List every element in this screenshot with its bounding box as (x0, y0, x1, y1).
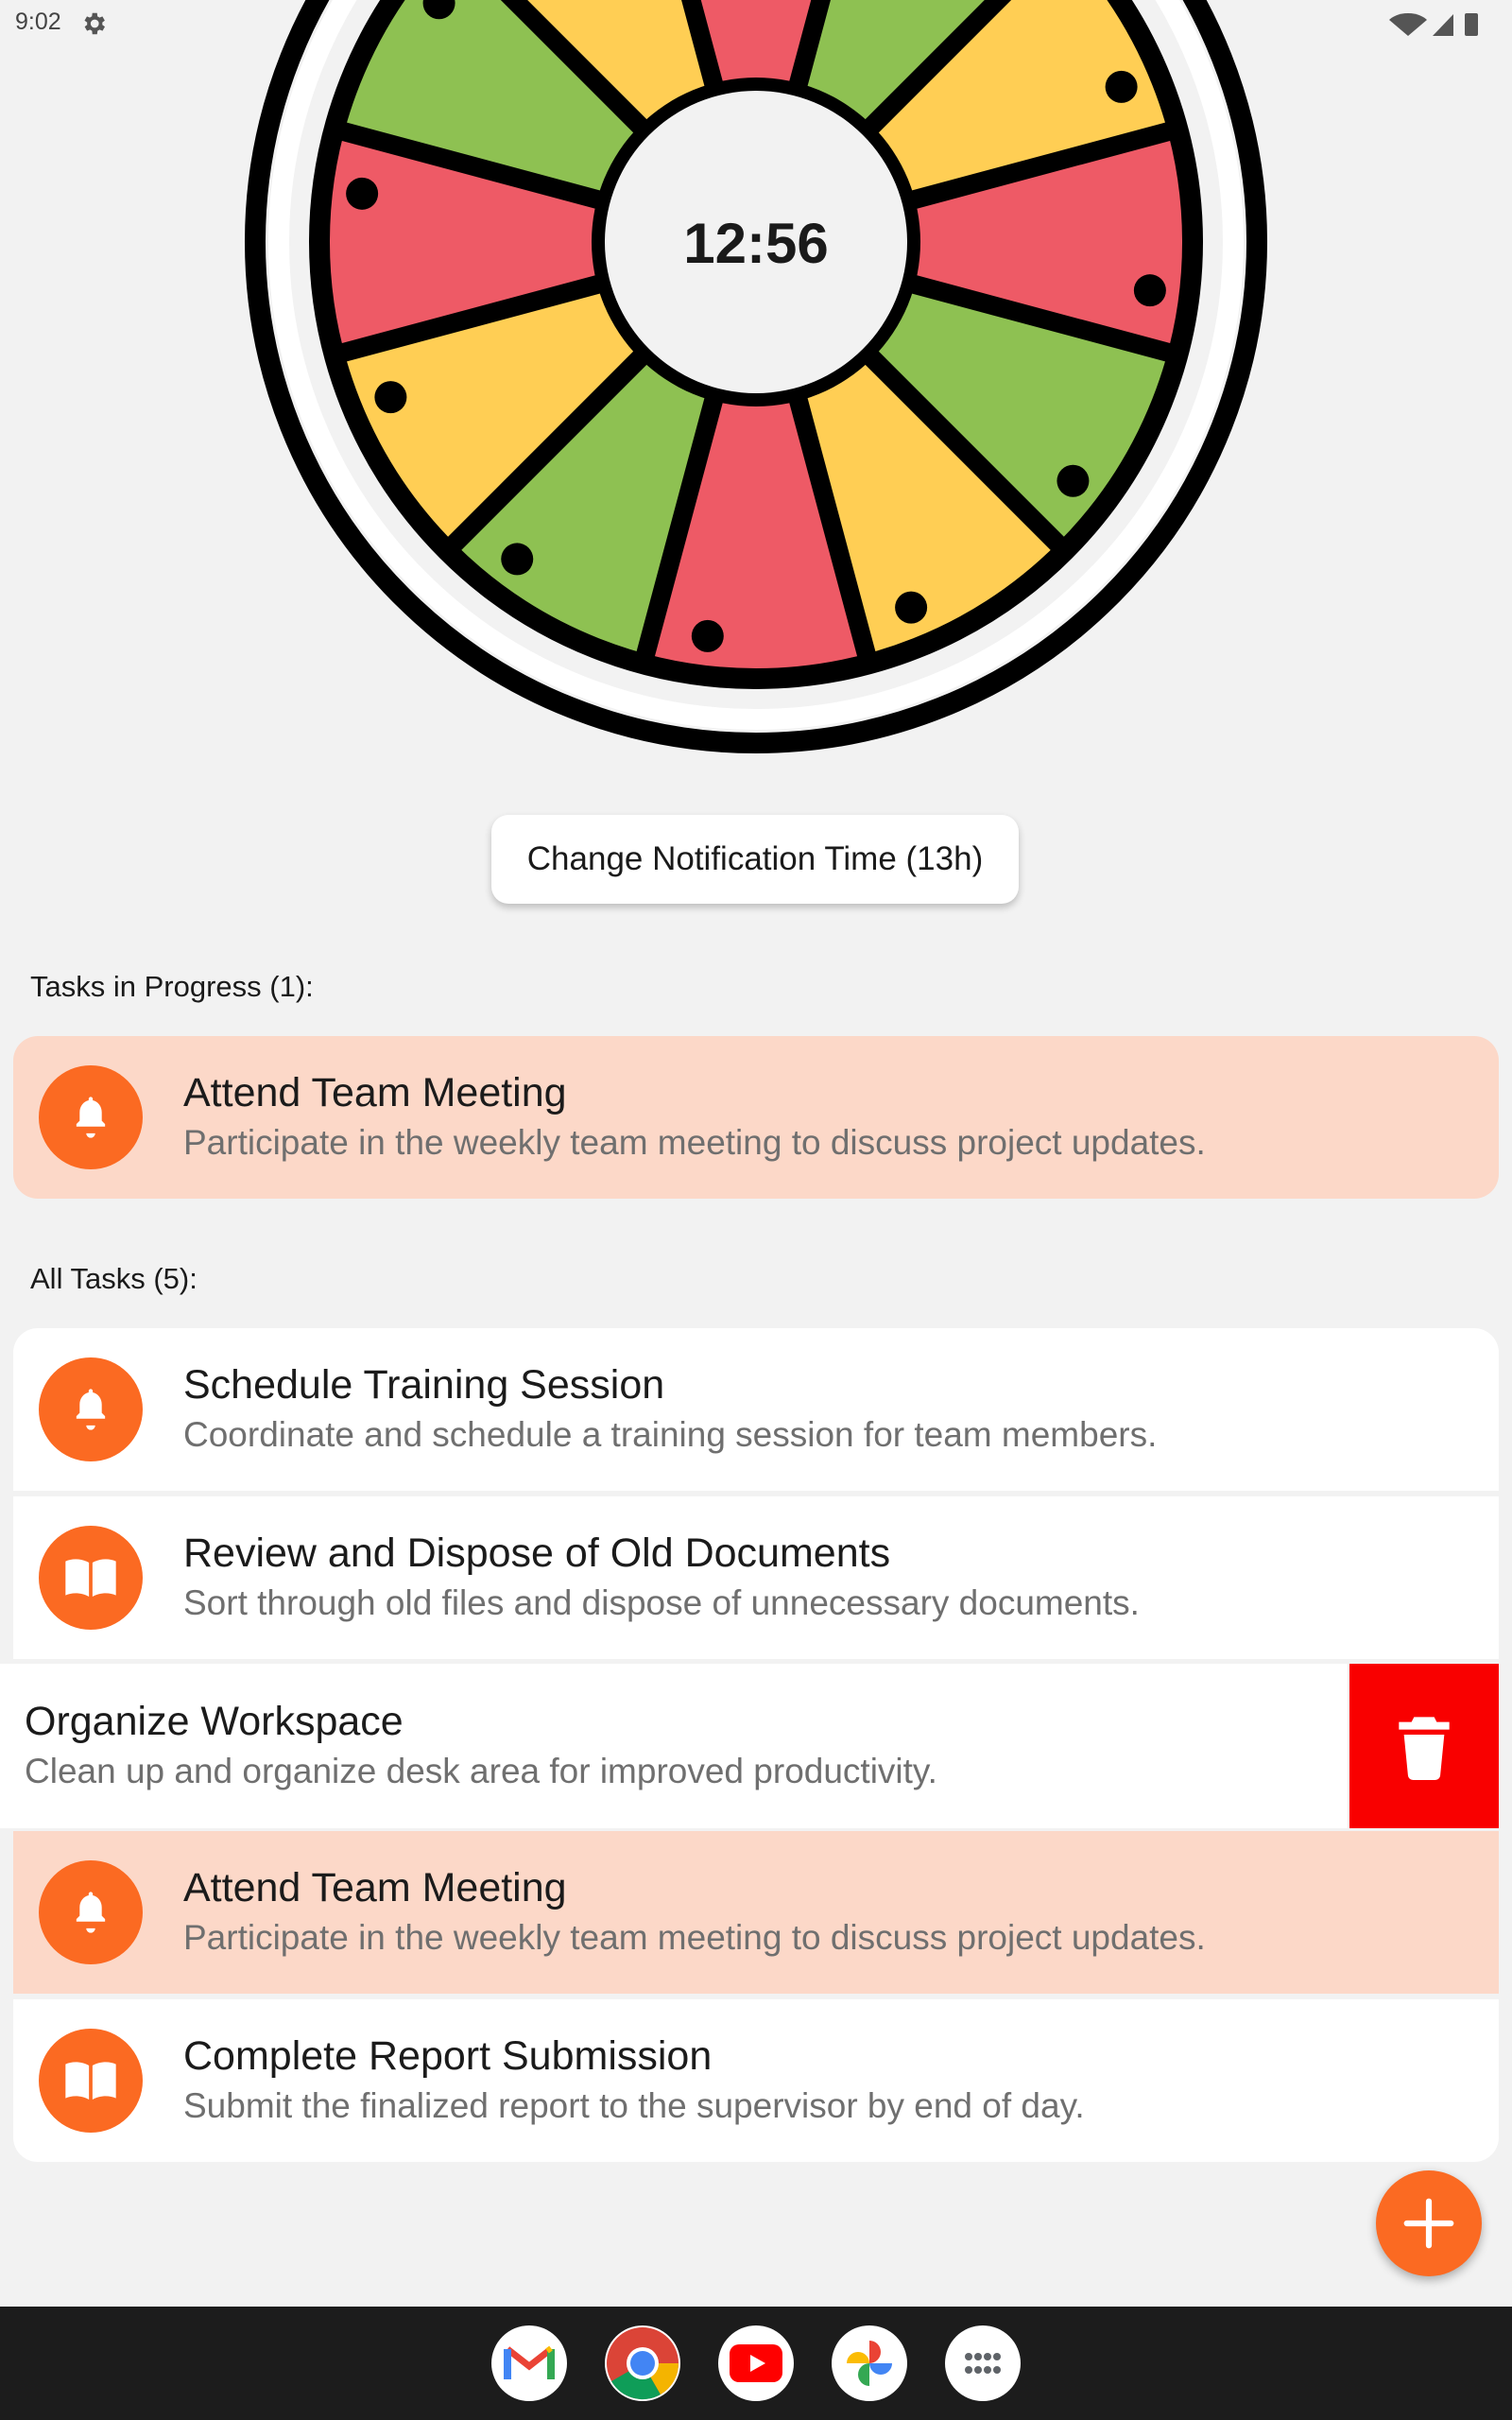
youtube-icon (730, 2344, 782, 2382)
book-icon (65, 2062, 116, 2100)
bell-icon (76, 1097, 106, 1138)
wheel-hour-dot (346, 177, 379, 210)
task-card[interactable]: Schedule Training Session Coordinate and… (13, 1328, 1499, 1491)
photos-icon (847, 2341, 892, 2386)
task-description: Participate in the weekly team meeting t… (183, 1918, 1206, 1957)
task-icon (39, 1526, 143, 1630)
task-title: Attend Team Meeting (183, 1070, 567, 1115)
task-card[interactable]: Complete Report Submission Submit the fi… (13, 1999, 1499, 2162)
task-title: Organize Workspace (25, 1699, 404, 1744)
wheel-hour-dot (1105, 70, 1138, 103)
task-icon (39, 2029, 143, 2133)
add-task-button[interactable] (1376, 2170, 1482, 2276)
gmail-icon (504, 2345, 555, 2379)
chrome-app[interactable] (605, 2325, 680, 2401)
tasks-in-progress-heading: Tasks in Progress (1): (30, 970, 314, 1003)
chrome-icon (607, 2327, 679, 2400)
swiped-task-card[interactable]: Organize Workspace Clean up and organize… (0, 1664, 1348, 1828)
task-title: Schedule Training Session (183, 1362, 665, 1408)
app-dock (0, 2307, 1512, 2420)
wheel-hour-dot (501, 543, 534, 576)
gmail-app[interactable] (491, 2325, 567, 2401)
change-notification-time-button[interactable]: Change Notification Time (13h) (491, 815, 1019, 904)
plus-icon (1403, 2198, 1454, 2249)
task-description: Clean up and organize desk area for impr… (25, 1752, 937, 1790)
task-icon (39, 1860, 143, 1964)
bell-icon (76, 1389, 106, 1430)
task-icon (39, 1357, 143, 1461)
task-title: Review and Dispose of Old Documents (183, 1530, 891, 1576)
wheel-hour-dot (1133, 274, 1166, 307)
task-card[interactable]: Attend Team Meeting Participate in the w… (13, 1831, 1499, 1994)
wheel-hour-dot (374, 381, 407, 414)
task-description: Sort through old files and dispose of un… (183, 1583, 1140, 1622)
wheel-hour-dot (691, 619, 724, 652)
timer-wheel: 12:56 (245, 0, 1267, 753)
task-description: Participate in the weekly team meeting t… (183, 1123, 1206, 1162)
youtube-app[interactable] (718, 2325, 794, 2401)
in-progress-task-card[interactable]: Attend Team Meeting Participate in the w… (13, 1036, 1499, 1199)
wheel-hour-dot (1057, 464, 1090, 497)
task-description: Coordinate and schedule a training sessi… (183, 1415, 1158, 1454)
all-tasks-heading: All Tasks (5): (30, 1262, 198, 1295)
timer-display: 12:56 (683, 212, 828, 275)
delete-task-button[interactable] (1349, 1664, 1499, 1828)
app-drawer-app[interactable] (945, 2325, 1021, 2401)
trash-icon (1399, 1717, 1450, 1780)
bell-icon (76, 1892, 106, 1933)
task-icon (39, 1065, 143, 1169)
app-drawer-icon (965, 2353, 1001, 2374)
wheel-hour-dot (895, 591, 928, 624)
task-title: Complete Report Submission (183, 2033, 713, 2079)
photos-app[interactable] (832, 2325, 907, 2401)
task-title: Attend Team Meeting (183, 1865, 567, 1910)
task-description: Submit the finalized report to the super… (183, 2086, 1085, 2125)
task-card[interactable]: Review and Dispose of Old Documents Sort… (13, 1496, 1499, 1659)
book-icon (65, 1559, 116, 1597)
